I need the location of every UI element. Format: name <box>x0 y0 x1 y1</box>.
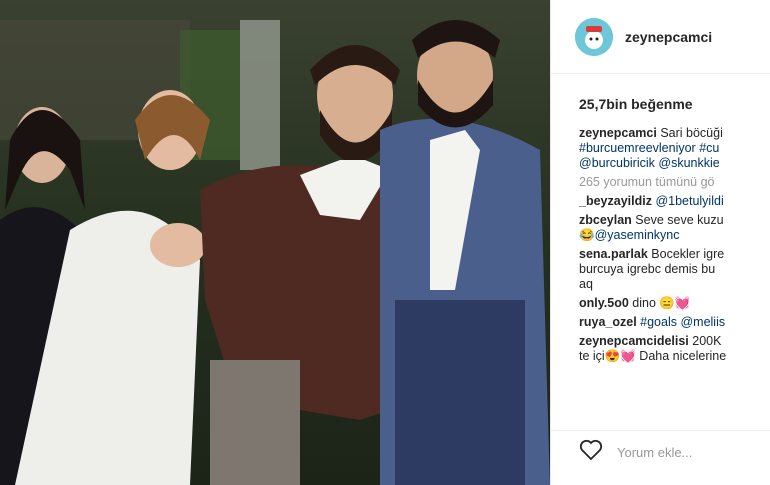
comment-input[interactable]: Yorum ekle... <box>617 445 692 460</box>
comment: zbceylan Seve seve kuzu 😂@yaseminkync <box>579 213 724 242</box>
comment: zeynepcamci Sari böcüği #burcuemreevleni… <box>579 126 723 170</box>
comment-user[interactable]: zbceylan <box>579 213 632 227</box>
comment-user[interactable]: only.5o0 <box>579 296 629 310</box>
comment-user[interactable]: zeynepcamcidelisi <box>579 334 689 348</box>
post-header: zeynepcamci <box>551 0 770 74</box>
comment-bar: Yorum ekle... <box>551 430 770 474</box>
view-all-comments-link[interactable]: 265 yorumun tümünü gö <box>579 175 770 190</box>
comment: ruya_ozel #goals @meliis <box>579 315 726 329</box>
like-count[interactable]: 25,7bin beğenme <box>551 74 770 112</box>
comment-user[interactable]: ruya_ozel <box>579 315 637 329</box>
comment: _beyzayildiz @1betulyildi <box>579 194 724 208</box>
comment: sena.parlak Bocekler igre burcuya igrebc… <box>579 247 725 291</box>
comment: zeynepcamcidelisi 200K te içi😍💓 Daha nic… <box>579 334 727 363</box>
comment: only.5o0 dino 😑💓 <box>579 296 691 310</box>
comment-user[interactable]: sena.parlak <box>579 247 648 261</box>
comment-user[interactable]: _beyzayildiz <box>579 194 652 208</box>
avatar-icon <box>575 17 613 56</box>
comment-list: zeynepcamci Sari böcüği #burcuemreevleni… <box>551 112 770 364</box>
comment-user[interactable]: zeynepcamci <box>579 126 657 140</box>
heart-icon <box>579 439 603 461</box>
avatar[interactable] <box>575 17 613 56</box>
post-photo[interactable] <box>0 0 550 485</box>
username[interactable]: zeynepcamci <box>625 29 712 45</box>
wedding-photo <box>0 0 550 485</box>
post-sidebar: zeynepcamci 25,7bin beğenme zeynepcamci … <box>550 0 770 485</box>
like-button[interactable] <box>579 439 603 466</box>
